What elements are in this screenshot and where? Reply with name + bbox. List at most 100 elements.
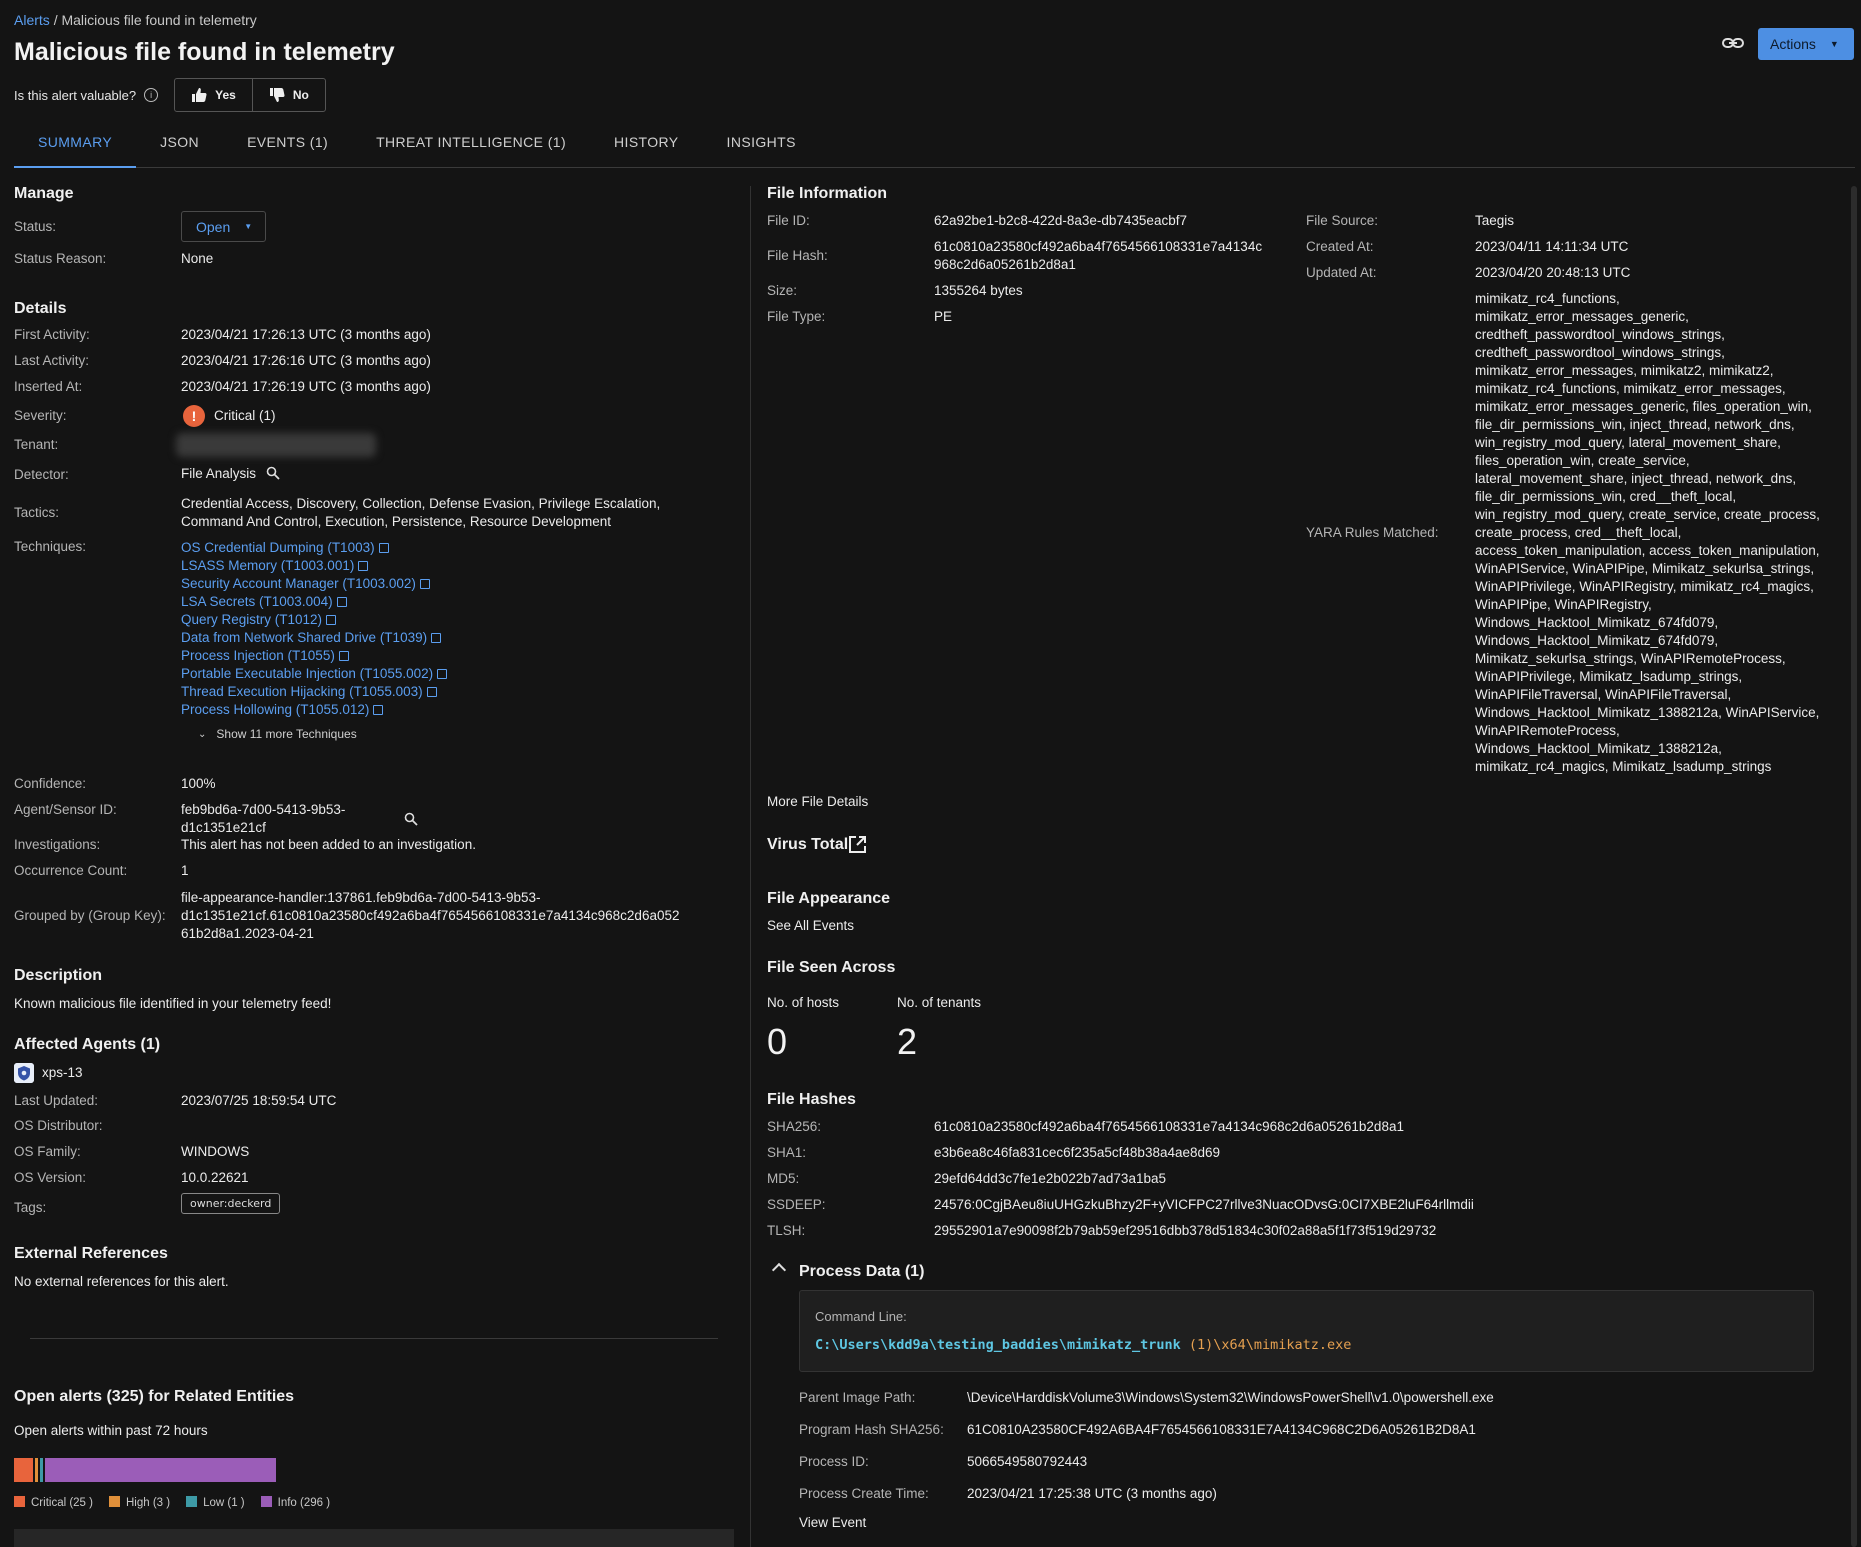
search-icon[interactable] — [266, 466, 280, 480]
os-version-value: 10.0.22621 — [181, 1170, 249, 1185]
technique-link[interactable]: LSASS Memory (T1003.001) — [181, 557, 447, 575]
alert-bar-segment[interactable] — [40, 1458, 44, 1482]
legend-item: Critical (25 ) — [14, 1496, 93, 1509]
actions-button[interactable]: Actions ▼ — [1758, 28, 1854, 60]
technique-link[interactable]: Security Account Manager (T1003.002) — [181, 575, 447, 593]
external-link-icon — [431, 633, 442, 643]
status-dropdown[interactable]: Open ▼ — [181, 211, 266, 242]
file-hashes-heading: File Hashes — [767, 1091, 856, 1108]
inserted-at-label: Inserted At: — [14, 379, 83, 394]
alert-bar-segment[interactable] — [14, 1458, 34, 1482]
show-more-techniques-button[interactable]: ⌄ Show 11 more Techniques — [198, 727, 357, 741]
virus-total-heading[interactable]: Virus Total — [767, 836, 848, 854]
page-title: Malicious file found in telemetry — [14, 38, 395, 66]
sha1-value: e3b6ea8c46fa831cec6f235a5cf48b38a4ae8d69 — [934, 1145, 1221, 1160]
see-all-events-link[interactable]: See All Events — [767, 917, 854, 935]
breadcrumb-alerts-link[interactable]: Alerts — [14, 12, 50, 28]
tenant-label: Tenant: — [14, 437, 59, 452]
yara-rule-line: WinAPIPrivilege, WinAPIRegistry, mimikat… — [1475, 579, 1814, 594]
feedback-buttons: Yes No — [174, 78, 326, 112]
yes-label: Yes — [215, 88, 236, 102]
yara-rule-line: Windows_Hacktool_Mimikatz_1388212a, WinA… — [1475, 705, 1820, 720]
related-alerts-bar — [14, 1458, 276, 1482]
legend-label: High (3 ) — [125, 1497, 171, 1509]
info-icon[interactable]: i — [144, 88, 159, 102]
chevron-up-icon[interactable] — [771, 1262, 787, 1278]
file-id-label: File ID: — [767, 213, 810, 228]
technique-link[interactable]: LSA Secrets (T1003.004) — [181, 593, 447, 611]
command-exe: \x64\mimikatz.exe — [1213, 1337, 1352, 1353]
technique-link[interactable]: Query Registry (T1012) — [181, 611, 447, 629]
agent-shield-icon — [14, 1063, 34, 1083]
technique-label: Query Registry (T1012) — [181, 612, 323, 627]
tab-json[interactable]: JSON — [136, 124, 223, 168]
technique-label: Process Injection (T1055) — [181, 648, 335, 663]
tactics-label: Tactics: — [14, 505, 60, 520]
legend-item: Low (1 ) — [186, 1496, 245, 1509]
agent-link[interactable]: xps-13 — [42, 1064, 83, 1082]
external-references-heading: External References — [14, 1245, 168, 1262]
yara-rule-line: win_registry_mod_query, create_service, … — [1475, 507, 1820, 522]
thumbs-down-button[interactable]: No — [251, 79, 325, 111]
yara-rule-line: mimikatz_error_messages, mimikatz2, mimi… — [1475, 363, 1774, 378]
detector-value: File Analysis — [181, 466, 257, 481]
yara-rule-line: mimikatz_rc4_functions, mimikatz_error_m… — [1475, 381, 1786, 396]
scrollbar[interactable] — [1851, 186, 1857, 1547]
last-updated-label: Last Updated: — [14, 1093, 99, 1108]
thumbs-up-icon — [192, 88, 207, 102]
os-version-label: OS Version: — [14, 1170, 87, 1185]
tab-events[interactable]: EVENTS (1) — [223, 124, 352, 168]
status-value: Open — [196, 218, 231, 235]
tags-label: Tags: — [14, 1200, 47, 1215]
sha256-value: 61c0810a23580cf492a6ba4f7654566108331e7a… — [934, 1119, 1404, 1134]
alert-bar-segment[interactable] — [35, 1458, 39, 1482]
tactics-line-1: Credential Access, Discovery, Collection… — [181, 496, 661, 511]
updated-at-value: 2023/04/20 20:48:13 UTC — [1475, 265, 1631, 280]
alert-bar-segment[interactable] — [45, 1458, 276, 1482]
technique-link[interactable]: OS Credential Dumping (T1003) — [181, 539, 447, 557]
thumbs-down-icon — [269, 88, 285, 102]
technique-link[interactable]: Portable Executable Injection (T1055.002… — [181, 665, 448, 683]
search-icon[interactable] — [404, 812, 418, 826]
file-hash-line-2: 968c2d6a05261b2d8a1 — [934, 257, 1076, 272]
tab-summary[interactable]: SUMMARY — [14, 124, 137, 168]
breadcrumb: Alerts / Malicious file found in telemet… — [14, 12, 257, 28]
legend-item: High (3 ) — [108, 1496, 171, 1509]
external-link-icon[interactable] — [848, 835, 867, 854]
group-key-label: Grouped by (Group Key): — [14, 908, 166, 923]
show-more-label: Show 11 more Techniques — [216, 727, 357, 741]
created-at-value: 2023/04/11 14:11:34 UTC — [1475, 239, 1629, 254]
process-data-heading[interactable]: Process Data (1) — [799, 1263, 924, 1281]
description-heading: Description — [14, 967, 103, 984]
group-key-line-1: file-appearance-handler:137861.feb9bd6a-… — [181, 890, 541, 905]
technique-label: Security Account Manager (T1003.002) — [181, 576, 416, 591]
related-alerts-legend: Critical (25 ) High (3 ) Low (1 ) Info (296… — [14, 1496, 330, 1509]
occurrence-count-label: Occurrence Count: — [14, 863, 128, 878]
technique-link[interactable]: Thread Execution Hijacking (T1055.003) — [181, 683, 447, 701]
yara-rule-line: WinAPIPipe, WinAPIRegistry, — [1475, 597, 1652, 612]
yara-rule-line: WinAPIFileTraversal, WinAPIFileTraversal… — [1475, 687, 1732, 702]
tab-history[interactable]: HISTORY — [590, 124, 703, 168]
process-id-value: 5066549580792443 — [967, 1454, 1088, 1469]
technique-link[interactable]: Process Hollowing (T1055.012) — [181, 701, 447, 719]
tag-badge: owner:deckerd — [181, 1193, 281, 1214]
copy-link-icon[interactable] — [1722, 35, 1744, 51]
view-event-link[interactable]: View Event — [799, 1514, 866, 1532]
parent-image-path-value: \Device\HarddiskVolume3\Windows\System32… — [967, 1390, 1494, 1405]
legend-item: Info (296 ) — [260, 1496, 330, 1509]
more-file-details-link[interactable]: More File Details — [767, 793, 868, 811]
tab-threat-intelligence[interactable]: THREAT INTELLIGENCE (1) — [352, 124, 590, 168]
yara-rule-line: win_registry_mod_query, lateral_movement… — [1475, 435, 1781, 450]
thumbs-up-button[interactable]: Yes — [175, 79, 252, 111]
tab-insights[interactable]: INSIGHTS — [703, 124, 820, 168]
technique-link[interactable]: Data from Network Shared Drive (T1039) — [181, 629, 447, 647]
technique-link[interactable]: Process Injection (T1055) — [181, 647, 447, 665]
yara-rule-line: mimikatz_rc4_functions, — [1475, 291, 1620, 306]
critical-severity-icon: ! — [183, 405, 205, 427]
program-hash-label: Program Hash SHA256: — [799, 1422, 944, 1437]
occurrence-count-value: 1 — [181, 863, 189, 878]
file-id-value: 62a92be1-b2c8-422d-8a3e-db7435eacbf7 — [934, 213, 1187, 228]
confidence-value: 100% — [181, 776, 216, 791]
external-link-icon — [419, 579, 430, 589]
external-link-icon — [358, 561, 369, 571]
